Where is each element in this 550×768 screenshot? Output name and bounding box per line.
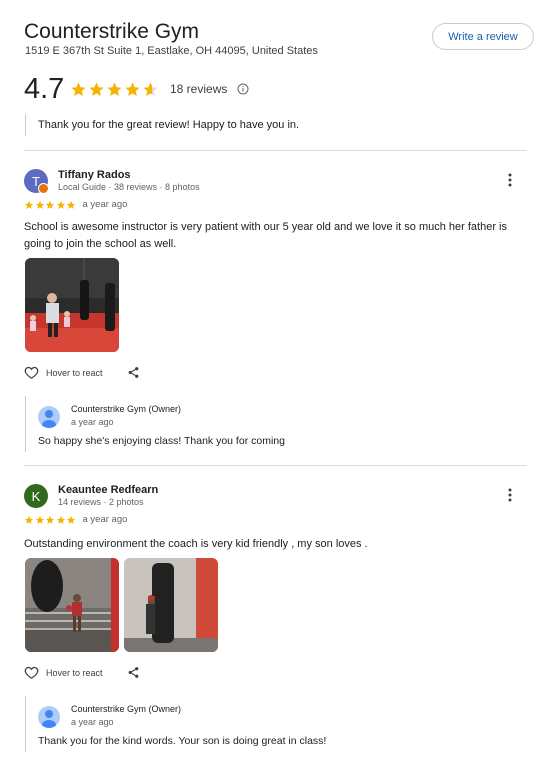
heart-icon[interactable] bbox=[24, 365, 39, 380]
owner-name: Counterstrike Gym (Owner) bbox=[71, 404, 182, 414]
owner-name: Counterstrike Gym (Owner) bbox=[71, 704, 182, 714]
owner-reply-text: Thank you for the kind words. Your son i… bbox=[38, 735, 327, 747]
owner-reply-time: a year ago bbox=[71, 417, 114, 427]
rating-stars bbox=[70, 81, 160, 98]
owner-reply: Counterstrike Gym (Owner) a year ago So … bbox=[25, 396, 525, 452]
owner-reply: Counterstrike Gym (Owner) a year ago Tha… bbox=[25, 696, 525, 752]
star-icon bbox=[45, 200, 55, 209]
review-count[interactable]: 18 reviews bbox=[170, 82, 227, 96]
react-label[interactable]: Hover to react bbox=[46, 668, 103, 678]
star-icon bbox=[56, 200, 65, 209]
owner-reply-time: a year ago bbox=[71, 717, 114, 727]
star-icon bbox=[35, 515, 44, 524]
divider bbox=[24, 150, 527, 151]
star-icon bbox=[125, 81, 140, 96]
star-icon bbox=[66, 200, 76, 209]
reviewer-name[interactable]: Tiffany Rados bbox=[58, 169, 131, 181]
review-actions: Hover to react bbox=[24, 365, 140, 380]
star-icon bbox=[66, 515, 76, 524]
star-icon bbox=[24, 200, 34, 209]
review-card: K Keauntee Redfearn 14 reviews · 2 photo… bbox=[24, 484, 530, 768]
review-actions: Hover to react bbox=[24, 665, 140, 680]
owner-avatar-icon bbox=[38, 706, 60, 728]
rating-summary: 4.7 18 reviews bbox=[24, 72, 249, 106]
owner-avatar-icon bbox=[38, 406, 60, 428]
star-icon bbox=[89, 81, 104, 96]
star-icon bbox=[71, 81, 86, 96]
half-star-icon bbox=[143, 81, 158, 96]
star-icon bbox=[35, 200, 44, 209]
avatar[interactable]: K bbox=[24, 484, 48, 508]
star-icon bbox=[45, 515, 55, 524]
share-icon[interactable] bbox=[127, 666, 140, 679]
business-name: Counterstrike Gym bbox=[24, 20, 200, 43]
review-photo[interactable] bbox=[25, 258, 119, 352]
review-text: School is awesome instructor is very pat… bbox=[24, 221, 508, 250]
more-options-icon[interactable] bbox=[508, 173, 512, 187]
reviewer-meta: 14 reviews · 2 photos bbox=[58, 497, 144, 507]
star-icon bbox=[56, 515, 65, 524]
divider bbox=[24, 465, 527, 466]
business-address: 1519 E 367th St Suite 1, Eastlake, OH 44… bbox=[25, 45, 318, 57]
local-guide-badge-icon bbox=[38, 183, 49, 194]
review-stars: a year ago bbox=[24, 514, 127, 525]
review-time: a year ago bbox=[82, 199, 128, 210]
heart-icon[interactable] bbox=[24, 665, 39, 680]
owner-reply-text: Thank you for the great review! Happy to… bbox=[38, 119, 300, 131]
review-photo[interactable] bbox=[124, 558, 218, 652]
write-review-button[interactable]: Write a review bbox=[432, 23, 534, 50]
star-icon bbox=[107, 81, 122, 96]
average-rating: 4.7 bbox=[24, 72, 65, 105]
review-time: a year ago bbox=[82, 514, 128, 525]
star-icon bbox=[24, 515, 34, 524]
review-stars: a year ago bbox=[24, 199, 127, 210]
review-text: Outstanding environment the coach is ver… bbox=[24, 538, 368, 550]
more-options-icon[interactable] bbox=[508, 488, 512, 502]
react-label[interactable]: Hover to react bbox=[46, 368, 103, 378]
share-icon[interactable] bbox=[127, 366, 140, 379]
info-icon[interactable] bbox=[237, 83, 249, 95]
review-card: T Tiffany Rados Local Guide · 38 reviews… bbox=[24, 169, 530, 459]
owner-reply-text: So happy she's enjoying class! Thank you… bbox=[38, 435, 285, 447]
reviewer-name[interactable]: Keauntee Redfearn bbox=[58, 484, 158, 496]
review-photo[interactable] bbox=[25, 558, 119, 652]
reviewer-meta: Local Guide · 38 reviews · 8 photos bbox=[58, 182, 200, 192]
owner-reply-snippet: Thank you for the great review! Happy to… bbox=[25, 114, 299, 136]
